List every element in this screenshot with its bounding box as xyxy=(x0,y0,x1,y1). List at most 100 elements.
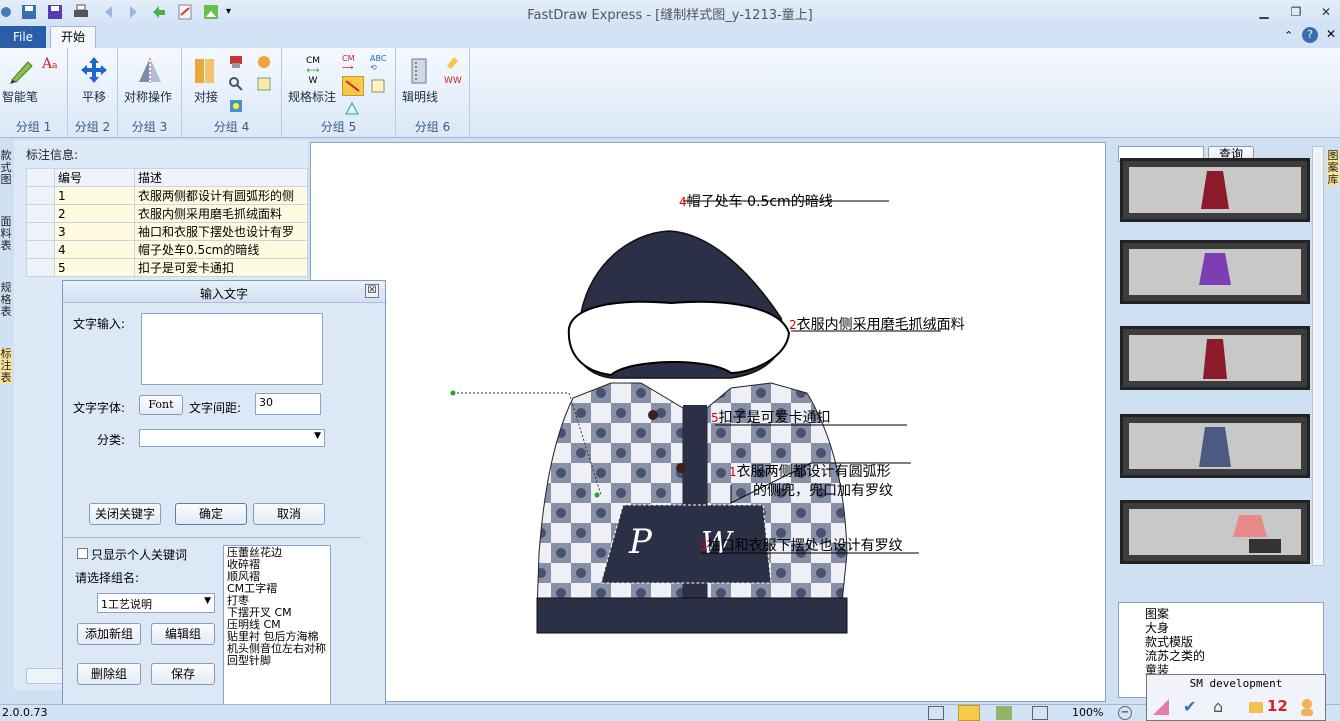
group-2-label: 分组 2 xyxy=(74,120,111,134)
join-label[interactable]: 对接 xyxy=(194,88,218,105)
cancel-button[interactable]: 取消 xyxy=(253,503,325,525)
add-group-button[interactable]: 添加新组 xyxy=(77,623,141,645)
user-icon[interactable] xyxy=(1297,697,1317,720)
minimize-button[interactable]: ▁ xyxy=(1254,3,1274,21)
dialog-titlebar[interactable]: 输入文字 ☒ xyxy=(63,281,385,303)
keyword-list[interactable]: 压蕾丝花边 收碎褶 顺风褶 CM工字褶 打枣 下摆开叉 CM 压明线 CM 贴里… xyxy=(223,545,331,717)
palette-icon[interactable] xyxy=(228,98,244,117)
list-item[interactable]: 回型针脚 xyxy=(227,655,327,667)
vtab-fabric-table[interactable]: 面料表 xyxy=(0,216,12,252)
edit-group-button[interactable]: 编辑组 xyxy=(151,623,215,645)
spec-annotation-icon[interactable]: CM ⟷ W xyxy=(298,56,328,86)
vtab-pattern-library[interactable]: 图案库 xyxy=(1327,150,1339,186)
table-header-row: 编号 描述 xyxy=(26,168,308,187)
tab-start[interactable]: 开始 xyxy=(50,26,96,48)
left-side-tabs: 款式图 面料表 规格表 标注表 xyxy=(0,140,12,700)
spec-annotation-label[interactable]: 规格标注 xyxy=(288,88,336,105)
column-header-num[interactable]: 编号 xyxy=(54,168,135,187)
help-icon[interactable]: ? xyxy=(1302,27,1318,43)
text-input-dialog: 输入文字 ☒ 文字输入: 文字字体: Font 文字间距: 30 分类: ▼ 关… xyxy=(62,280,386,721)
join-icon[interactable] xyxy=(192,56,218,89)
pattern-thumb[interactable] xyxy=(1120,158,1310,222)
pattern-thumb[interactable] xyxy=(1120,240,1310,304)
topstitch-icon[interactable] xyxy=(408,56,434,89)
topstitch-label[interactable]: 辑明线 xyxy=(402,88,438,105)
layer-down-icon[interactable] xyxy=(228,54,244,73)
canvas-annotation-2[interactable]: 2衣服内侧采用磨毛抓绒面料 xyxy=(789,314,965,334)
abc-text-icon[interactable]: ABC ⟲ xyxy=(370,54,386,72)
ribbon-close-icon[interactable]: ✕ xyxy=(1326,27,1336,41)
move-label[interactable]: 平移 xyxy=(82,88,106,105)
eraser-icon[interactable] xyxy=(444,54,460,73)
zoom-out-icon[interactable]: − xyxy=(1118,706,1132,720)
frame-icon[interactable] xyxy=(256,76,272,95)
table-row[interactable]: 2 衣服内侧采用磨毛抓绒面料 xyxy=(26,204,308,223)
mirror-icon[interactable] xyxy=(136,56,164,87)
close-button[interactable]: ✕ xyxy=(1316,3,1336,21)
column-header-desc[interactable]: 描述 xyxy=(134,168,308,187)
checkmark-icon[interactable]: ✔ xyxy=(1183,697,1196,716)
move-icon[interactable] xyxy=(80,56,108,87)
table-row[interactable]: 5 扣子是可爱卡通扣 xyxy=(26,258,308,277)
vtab-annotation-table[interactable]: 标注表 xyxy=(0,348,12,384)
text-font-icon[interactable]: Aa xyxy=(42,56,58,72)
collapse-ribbon-icon[interactable]: ⌃ xyxy=(1284,29,1293,42)
layout-icon[interactable] xyxy=(996,706,1012,720)
text-input-label: 文字输入: xyxy=(73,317,126,331)
grid-view-icon[interactable] xyxy=(958,705,980,721)
tray-app-icon[interactable] xyxy=(1151,697,1171,720)
ok-button[interactable]: 确定 xyxy=(175,503,247,525)
table-row[interactable]: 3 袖口和衣服下摆处也设计有罗 xyxy=(26,222,308,241)
view-mode-icon[interactable] xyxy=(928,706,944,720)
page-icon[interactable] xyxy=(1032,706,1048,720)
text-input-area[interactable] xyxy=(141,313,323,385)
font-button[interactable]: Font xyxy=(139,395,183,415)
pattern-thumb[interactable] xyxy=(1120,414,1310,478)
restore-button[interactable]: ❐ xyxy=(1286,3,1306,21)
dialog-close-icon[interactable]: ☒ xyxy=(365,284,379,298)
ribbon-group-6: 辑明线 WW 分组 6 xyxy=(396,48,470,137)
cm-text: CM xyxy=(305,56,321,66)
angle-icon[interactable] xyxy=(344,100,360,119)
vtab-spec-table[interactable]: 规格表 xyxy=(0,282,12,318)
mirror-label[interactable]: 对称操作 xyxy=(124,88,172,105)
smart-pen-label[interactable]: 智能笔 xyxy=(2,88,38,105)
pattern-library-panel: 查询 图案 大身 款式模版 流苏之类的 童装 xyxy=(1114,140,1326,700)
pattern-thumb[interactable] xyxy=(1120,500,1310,564)
dialog-title: 输入文字 xyxy=(199,287,248,301)
zigzag-stitch-icon[interactable]: WW xyxy=(444,76,462,86)
circle-tool-icon[interactable] xyxy=(256,54,272,73)
ribbon-group-1: Aa 智能笔 分组 1 xyxy=(0,48,68,137)
choose-group-label: 请选择组名: xyxy=(75,571,140,585)
w-text: W xyxy=(308,76,318,86)
garment-drawing[interactable]: P W xyxy=(311,143,1106,702)
group-select[interactable]: 1工艺说明 ▼ xyxy=(97,593,215,613)
canvas-annotation-4[interactable]: 4帽子处车 0.5cm的暗线 xyxy=(679,191,833,211)
ribbon-group-5: CM ⟷ W 规格标注 CM ⟶ ABC ⟲ 分组 5 xyxy=(282,48,396,137)
pattern-scrollbar[interactable] xyxy=(1312,146,1324,566)
zoom-icon[interactable] xyxy=(228,76,244,95)
canvas-annotation-3[interactable]: 3袖口和衣服下摆处也设计有罗纹 xyxy=(699,535,903,555)
note-icon[interactable] xyxy=(370,78,386,97)
close-keywords-button[interactable]: 关闭关键字 xyxy=(89,503,161,525)
cm-measure-icon[interactable]: CM ⟶ xyxy=(342,54,355,72)
table-row[interactable]: 1 衣服两侧都设计有圆弧形的侧 xyxy=(26,186,308,205)
canvas-annotation-5[interactable]: 5扣子是可爱卡通扣 xyxy=(711,407,831,427)
spacing-input[interactable]: 30 xyxy=(255,393,321,415)
canvas-annotation-1[interactable]: 1衣服两侧都设计有圆弧形 的侧兜，兜口加有罗纹 xyxy=(729,463,893,501)
save-button[interactable]: 保存 xyxy=(151,663,215,685)
tab-file[interactable]: File xyxy=(0,26,46,48)
smart-pen-icon[interactable] xyxy=(8,56,36,87)
line-annotation-icon[interactable] xyxy=(342,76,364,96)
folder-icon[interactable] xyxy=(1247,697,1265,718)
personal-only-checkbox[interactable] xyxy=(77,548,88,559)
row-header-corner xyxy=(26,168,55,187)
vtab-style-drawing[interactable]: 款式图 xyxy=(0,150,12,186)
table-row[interactable]: 4 帽子处车0.5cm的暗线 xyxy=(26,240,308,259)
home-icon[interactable]: ⌂ xyxy=(1213,697,1223,716)
delete-group-button[interactable]: 删除组 xyxy=(77,663,141,685)
pattern-thumb[interactable] xyxy=(1120,326,1310,390)
drawing-canvas[interactable]: P W 4帽子处车 0.5cm的暗线 2衣服内侧采用磨毛抓绒面料 5扣子是可爱卡… xyxy=(310,142,1106,702)
status-bar: 2.0.0.73 100% − xyxy=(0,704,1340,721)
category-select[interactable]: ▼ xyxy=(139,429,325,447)
